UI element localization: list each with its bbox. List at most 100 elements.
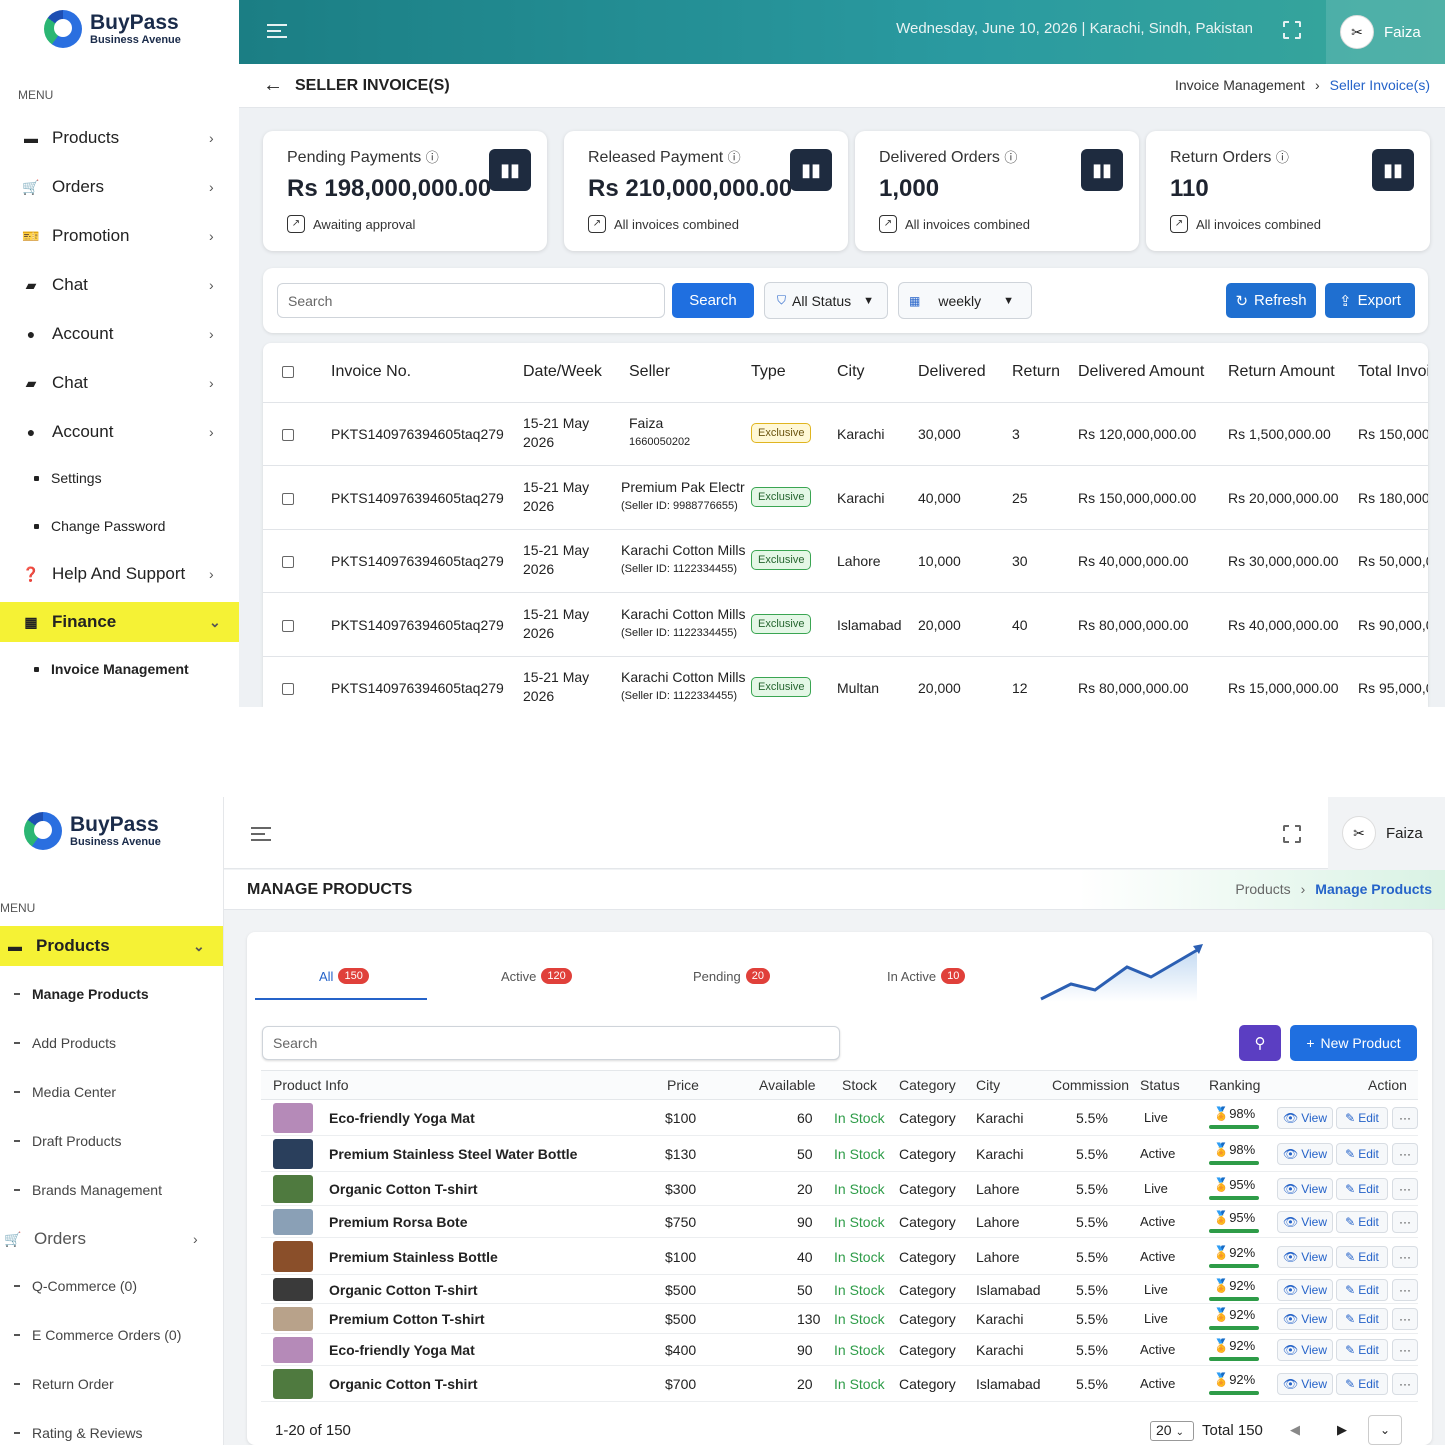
period-select[interactable]: ▦ weekly ▼: [898, 282, 1032, 319]
fullscreen-icon[interactable]: [1283, 21, 1301, 39]
back-arrow-icon[interactable]: ←: [263, 74, 283, 97]
col-seller[interactable]: Seller: [629, 363, 670, 381]
more-button[interactable]: ···: [1392, 1246, 1418, 1268]
invoice-no[interactable]: PKTS140976394605taq279: [331, 490, 504, 506]
table-row[interactable]: Premium Cotton T-shirt $500 130 In Stock…: [261, 1304, 1418, 1334]
more-button[interactable]: ···: [1392, 1211, 1418, 1233]
info-icon[interactable]: ⓘ: [728, 150, 741, 165]
col-date-week[interactable]: Date/Week: [523, 363, 602, 381]
sidebar-subitem[interactable]: Return Order: [14, 1376, 114, 1392]
table-row[interactable]: PKTS140976394605taq279 15-21 May 2026 Ka…: [263, 657, 1428, 707]
breadcrumb-item[interactable]: Invoice Management: [1175, 77, 1305, 93]
brand-logo[interactable]: BuyPass Business Avenue: [44, 10, 181, 48]
more-button[interactable]: ···: [1392, 1107, 1418, 1129]
col-return-amount[interactable]: Return Amount: [1228, 363, 1335, 381]
breadcrumb-item[interactable]: Products: [1235, 881, 1290, 897]
view-button[interactable]: 👁 View: [1277, 1143, 1333, 1165]
info-icon[interactable]: ⓘ: [426, 150, 439, 165]
tab-all[interactable]: All 150: [319, 968, 369, 984]
product-name[interactable]: Premium Rorsa Bote: [329, 1214, 467, 1230]
edit-button[interactable]: ✎ Edit: [1336, 1107, 1388, 1129]
edit-button[interactable]: ✎ Edit: [1336, 1339, 1388, 1361]
brand-logo[interactable]: BuyPass Business Avenue: [24, 812, 161, 850]
prev-page-icon[interactable]: ◀: [1290, 1422, 1300, 1438]
more-button[interactable]: ···: [1392, 1308, 1418, 1330]
new-product-button[interactable]: + New Product: [1290, 1025, 1417, 1061]
user-menu[interactable]: ✂ Faiza: [1326, 0, 1445, 64]
tab-pending[interactable]: Pending 20: [693, 968, 770, 984]
sidebar-subitem[interactable]: Brands Management: [14, 1182, 162, 1198]
product-thumbnail[interactable]: [273, 1307, 313, 1331]
col-ranking[interactable]: Ranking: [1209, 1077, 1260, 1093]
sidebar-item-finance[interactable]: ▦ Finance ⌄: [0, 602, 239, 642]
product-name[interactable]: Premium Cotton T-shirt: [329, 1311, 485, 1327]
view-button[interactable]: 👁 View: [1277, 1339, 1333, 1361]
product-thumbnail[interactable]: [273, 1139, 313, 1169]
more-button[interactable]: ···: [1392, 1373, 1418, 1395]
sidebar-item-orders[interactable]: 🛒 Orders ›: [0, 1219, 223, 1259]
view-button[interactable]: 👁 View: [1277, 1308, 1333, 1330]
table-row[interactable]: Premium Rorsa Bote $750 90 In Stock Cate…: [261, 1206, 1418, 1238]
view-button[interactable]: 👁 View: [1277, 1373, 1333, 1395]
edit-button[interactable]: ✎ Edit: [1336, 1143, 1388, 1165]
table-row[interactable]: Organic Cotton T-shirt $700 20 In Stock …: [261, 1366, 1418, 1402]
sidebar-item-promotion[interactable]: 🎫 Promotion ›: [0, 216, 239, 256]
more-button[interactable]: ···: [1392, 1279, 1418, 1301]
col-city[interactable]: City: [976, 1077, 1000, 1093]
product-name[interactable]: Eco-friendly Yoga Mat: [329, 1110, 475, 1126]
view-button[interactable]: 👁 View: [1277, 1107, 1333, 1129]
view-button[interactable]: 👁 View: [1277, 1211, 1333, 1233]
sidebar-subitem[interactable]: Media Center: [14, 1084, 116, 1100]
sidebar-item-help[interactable]: ❓ Help And Support ›: [0, 554, 239, 594]
edit-button[interactable]: ✎ Edit: [1336, 1246, 1388, 1268]
tab-active[interactable]: Active 120: [501, 968, 572, 984]
view-button[interactable]: 👁 View: [1277, 1178, 1333, 1200]
col-category[interactable]: Category: [899, 1077, 956, 1093]
sidebar-subitem[interactable]: E Commerce Orders (0): [14, 1327, 181, 1343]
search-input[interactable]: Search: [277, 283, 665, 318]
product-name[interactable]: Premium Stainless Bottle: [329, 1249, 498, 1265]
col-commission[interactable]: Commission: [1052, 1077, 1129, 1093]
product-thumbnail[interactable]: [273, 1209, 313, 1235]
product-thumbnail[interactable]: [273, 1175, 313, 1203]
more-button[interactable]: ···: [1392, 1178, 1418, 1200]
export-button[interactable]: ⇪ Export: [1325, 283, 1415, 318]
sidebar-item-products[interactable]: ▬ Products ›: [0, 118, 239, 158]
edit-button[interactable]: ✎ Edit: [1336, 1373, 1388, 1395]
more-button[interactable]: ···: [1392, 1339, 1418, 1361]
table-row[interactable]: PKTS140976394605taq279 15-21 May 2026 Ka…: [263, 530, 1428, 593]
edit-button[interactable]: ✎ Edit: [1336, 1211, 1388, 1233]
table-row[interactable]: Eco-friendly Yoga Mat $400 90 In Stock C…: [261, 1334, 1418, 1366]
sidebar-subitem-settings[interactable]: Settings: [34, 470, 102, 486]
col-product-info[interactable]: Product Info: [273, 1077, 349, 1093]
sidebar-item-account[interactable]: ● Account ›: [0, 314, 239, 354]
col-city[interactable]: City: [837, 363, 865, 381]
table-row[interactable]: PKTS140976394605taq279 15-21 May 2026 Fa…: [263, 403, 1428, 466]
col-total-invoice[interactable]: Total Invoic: [1358, 363, 1428, 381]
edit-button[interactable]: ✎ Edit: [1336, 1178, 1388, 1200]
product-name[interactable]: Eco-friendly Yoga Mat: [329, 1342, 475, 1358]
view-button[interactable]: 👁 View: [1277, 1246, 1333, 1268]
sidebar-item-chat[interactable]: ▰ Chat ›: [0, 363, 239, 403]
table-row[interactable]: Premium Stainless Bottle $100 40 In Stoc…: [261, 1238, 1418, 1275]
next-page-icon[interactable]: ▶: [1337, 1422, 1347, 1438]
invoice-no[interactable]: PKTS140976394605taq279: [331, 617, 504, 633]
select-all-checkbox[interactable]: [282, 366, 294, 378]
product-thumbnail[interactable]: [273, 1337, 313, 1363]
view-button[interactable]: 👁 View: [1277, 1279, 1333, 1301]
refresh-button[interactable]: ↻ Refresh: [1226, 283, 1316, 318]
search-button[interactable]: Search: [672, 283, 754, 318]
sidebar-subitem[interactable]: Add Products: [14, 1035, 116, 1051]
sidebar-item-account[interactable]: ● Account ›: [0, 412, 239, 452]
col-status[interactable]: Status: [1140, 1077, 1180, 1093]
sidebar-item-products[interactable]: ▬ Products ⌄: [0, 926, 223, 966]
more-button[interactable]: ···: [1392, 1143, 1418, 1165]
user-menu[interactable]: ✂ Faiza: [1328, 797, 1445, 869]
col-invoice-no[interactable]: Invoice No.: [331, 363, 411, 381]
info-icon[interactable]: ⓘ: [1004, 150, 1017, 165]
table-row[interactable]: Premium Stainless Steel Water Bottle $13…: [261, 1136, 1418, 1172]
page-jump-select[interactable]: ⌄: [1368, 1415, 1402, 1445]
col-action[interactable]: Action: [1368, 1077, 1407, 1093]
edit-button[interactable]: ✎ Edit: [1336, 1279, 1388, 1301]
sidebar-subitem[interactable]: Q-Commerce (0): [14, 1278, 137, 1294]
